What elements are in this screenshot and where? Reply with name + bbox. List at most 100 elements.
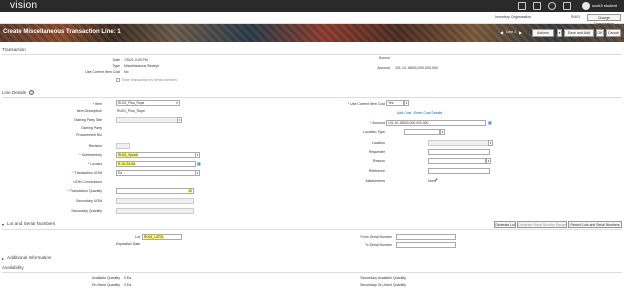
quantity-value: 10 <box>188 189 192 193</box>
user-name[interactable]: scott3 student <box>592 0 617 12</box>
reference-input[interactable] <box>428 168 490 174</box>
notifications-icon[interactable] <box>563 2 571 10</box>
location-type-select[interactable] <box>404 129 440 135</box>
locator-search-icon[interactable]: ▦ <box>197 161 201 166</box>
account2-input[interactable]: 101-10-18600-000-000-000 <box>386 120 486 126</box>
save-add-line-button[interactable]: Save and Add Another Line <box>564 29 594 42</box>
enter-cost-details-link[interactable]: Enter Cost Details <box>414 111 442 115</box>
ok-button[interactable]: OK <box>596 29 604 37</box>
navigator-icon[interactable] <box>533 2 541 10</box>
help-icon[interactable]: ? <box>29 90 34 95</box>
org-value: RU01 <box>571 15 581 19</box>
chevron-down-icon[interactable]: ▾ <box>195 170 200 176</box>
account-search-icon[interactable]: ▦ <box>488 120 492 125</box>
lots-section-title: Lot and Serial Numbers <box>7 221 56 226</box>
use-cost-value: No <box>124 70 129 74</box>
secondary-quantity-input <box>116 208 194 214</box>
subinventory-select[interactable]: RU01_Spradi <box>116 152 196 158</box>
chevron-down-icon[interactable]: ▾ <box>440 129 445 135</box>
location-input <box>428 140 490 146</box>
search-icon[interactable]: ⌕ <box>176 100 178 105</box>
locator-input[interactable]: R-10-S4-B4 <box>116 161 196 167</box>
line-number: 1 <box>514 30 517 34</box>
revision-label: Revision <box>88 144 102 148</box>
favorites-icon[interactable] <box>548 2 556 10</box>
to-serial-label: To Serial Number <box>364 243 392 247</box>
home-icon[interactable] <box>518 2 526 10</box>
chevron-down-icon: ▾ <box>177 117 182 123</box>
onhand-qty-value: 0 Ea <box>124 283 132 287</box>
expiration-label: Expiration Date <box>116 242 140 246</box>
reference-label: Reference <box>368 169 385 173</box>
requester-input[interactable] <box>428 149 490 155</box>
item-input[interactable]: RU01_Plus_Rupe <box>116 100 180 106</box>
secondary-quantity-label: Secondary Quantity <box>71 209 102 213</box>
from-serial-label: From Serial Number <box>360 235 392 239</box>
location-type-label: Location Type <box>363 130 385 134</box>
transaction-section-title: Transaction <box>2 47 26 52</box>
org-label: Inventory Organization <box>495 15 532 19</box>
owning-site-input <box>116 117 178 123</box>
date-value: 7/5/21 4:26 PM <box>124 58 148 62</box>
app-logo[interactable]: vision <box>10 0 37 12</box>
requester-label: Requester <box>368 150 385 154</box>
cancel-button[interactable]: Cancel <box>606 29 621 37</box>
from-serial-input[interactable] <box>396 234 456 240</box>
location-label: Location <box>371 141 385 145</box>
additional-section-title: Additional Information <box>7 255 52 260</box>
enter-serials-label: Enter transaction by serial numbers <box>122 78 178 82</box>
global-header <box>0 0 624 12</box>
quantity-label: Transaction Quantity <box>69 189 102 193</box>
lot-input[interactable]: RU01_LAT01 <box>142 234 182 240</box>
chevron-down-icon[interactable]: ▾ <box>195 152 200 158</box>
uom-conversions-label: UOM Conversions <box>73 180 102 184</box>
add-cost-link[interactable]: Add Cost <box>397 111 411 115</box>
available-qty-value: 0 Ea <box>124 276 132 280</box>
expand-additional-icon[interactable]: ▸ <box>2 256 4 261</box>
next-line-icon[interactable]: ▶ <box>519 30 522 35</box>
onhand-qty-label: On-Hand Quantity <box>91 283 120 287</box>
secondary-uom-label: Secondary UOM <box>76 199 102 203</box>
use-cost-label: Use Current Item Cost <box>85 70 120 74</box>
generate-lot-button[interactable]: Generate Lot <box>494 221 516 228</box>
lot-label: Lot <box>135 235 140 239</box>
availability-section-title: Availability <box>2 265 24 270</box>
secondary-uom-input <box>116 198 194 204</box>
chevron-down-icon[interactable]: ▾ <box>486 158 491 164</box>
divider <box>2 97 622 98</box>
secondary-onhand-label: Secondary On-Hand Quantity <box>360 283 406 287</box>
uom-select[interactable]: Ea <box>116 170 196 176</box>
lot-value: RU01_LAT01 <box>144 235 164 239</box>
avatar[interactable] <box>582 2 590 10</box>
enter-serials-checkbox[interactable] <box>116 78 120 82</box>
type-value: Miscellaneous Receipt <box>124 64 160 68</box>
account-label: Account <box>377 66 390 70</box>
change-org-button[interactable]: Change Organization <box>587 14 621 26</box>
prev-line-icon[interactable]: ◀ <box>500 30 503 35</box>
chevron-down-icon[interactable]: ▾ <box>404 100 409 106</box>
to-serial-input[interactable] <box>396 242 456 248</box>
account-value: 101-10-18600-000-000-000 <box>395 66 438 70</box>
reason-select[interactable] <box>428 158 486 164</box>
collapse-lots-icon[interactable]: ▾ <box>2 222 4 227</box>
divider <box>2 54 622 55</box>
add-attachment-icon[interactable]: + <box>435 177 438 183</box>
use-cost2-select[interactable]: Yes <box>386 100 404 106</box>
line-details-section-title: Line Details <box>2 90 27 95</box>
generate-serial-button: Generate Serial Number Range <box>517 221 567 228</box>
quantity-input[interactable]: 10 <box>116 188 194 194</box>
page-title: Create Miscellaneous Transaction Line: 1 <box>3 29 121 35</box>
actions-dropdown-icon[interactable]: ▾ <box>557 29 562 37</box>
subinventory-label: Subinventory <box>81 153 102 157</box>
revision-input <box>116 143 130 149</box>
locator-label: Locator <box>90 162 102 166</box>
record-lots-button[interactable]: Record Lots and Serial Numbers <box>568 221 622 228</box>
attachments-label: Attachments <box>365 179 385 183</box>
uom-label: Transaction UOM <box>74 171 102 175</box>
account2-label: Account <box>372 121 385 125</box>
chevron-down-icon: ▾ <box>488 140 493 146</box>
source-label: Source <box>378 56 390 60</box>
divider <box>2 272 622 273</box>
available-qty-label: Available Quantity <box>91 276 120 280</box>
actions-menu[interactable]: Actions <box>532 29 554 37</box>
